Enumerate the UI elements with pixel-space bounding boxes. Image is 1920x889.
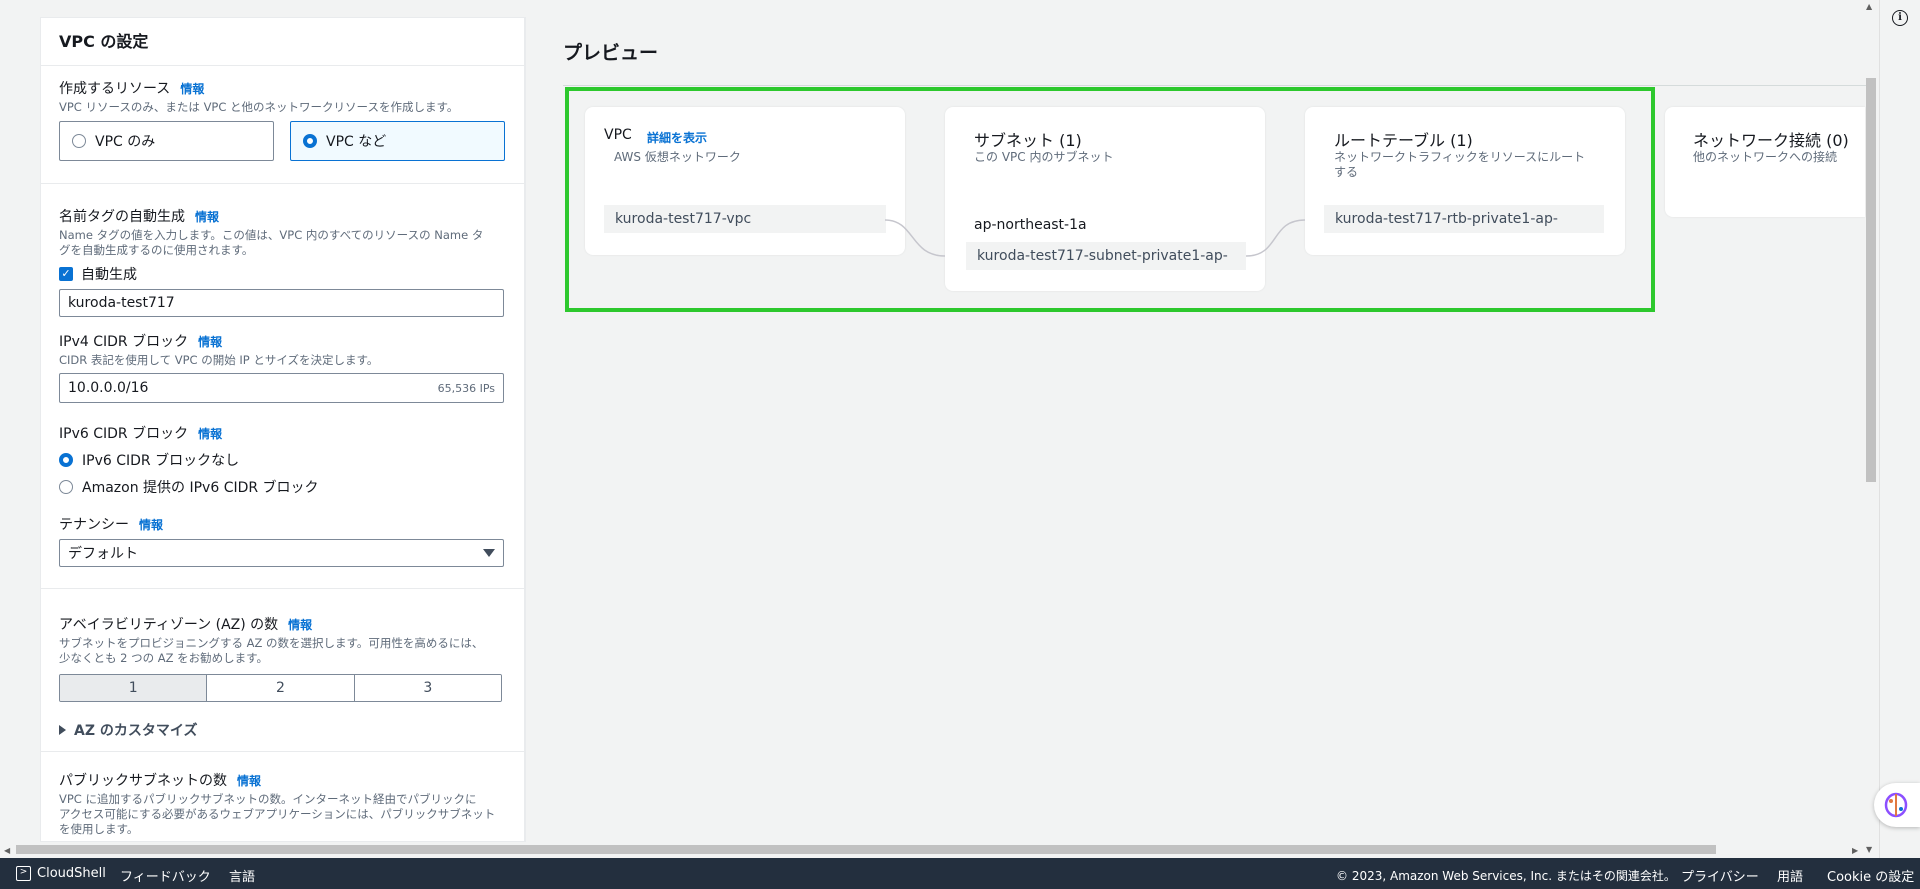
cloudshell-link[interactable]: CloudShell — [37, 866, 106, 881]
cookie-settings-link[interactable]: Cookie の設定 — [1827, 866, 1914, 885]
horizontal-scrollbar[interactable] — [16, 845, 1716, 854]
assistant-icon[interactable] — [1874, 783, 1920, 827]
console-footer: > CloudShell フィードバック 言語 © 2023, Amazon W… — [0, 858, 1920, 889]
assistant-brain-icon — [1884, 792, 1908, 818]
scroll-up-arrow-icon[interactable]: ▲ — [1866, 2, 1872, 11]
scroll-down-arrow-icon[interactable]: ▼ — [1866, 845, 1872, 854]
scroll-right-arrow-icon[interactable]: ▶ — [1852, 846, 1858, 855]
vertical-scrollbar[interactable] — [1866, 78, 1876, 482]
language-link[interactable]: 言語 — [229, 866, 255, 885]
terms-link[interactable]: 用語 — [1777, 866, 1803, 885]
cloudshell-icon[interactable]: > — [16, 866, 31, 881]
vertical-scroll-track — [1879, 0, 1880, 858]
scroll-left-arrow-icon[interactable]: ◀ — [4, 846, 10, 855]
privacy-link[interactable]: プライバシー — [1681, 866, 1759, 885]
info-circle-icon[interactable]: i — [1892, 10, 1908, 26]
preview-highlight-box — [565, 87, 1655, 312]
feedback-link[interactable]: フィードバック — [120, 866, 211, 885]
copyright-text: © 2023, Amazon Web Services, Inc. またはその関… — [1336, 869, 1676, 883]
